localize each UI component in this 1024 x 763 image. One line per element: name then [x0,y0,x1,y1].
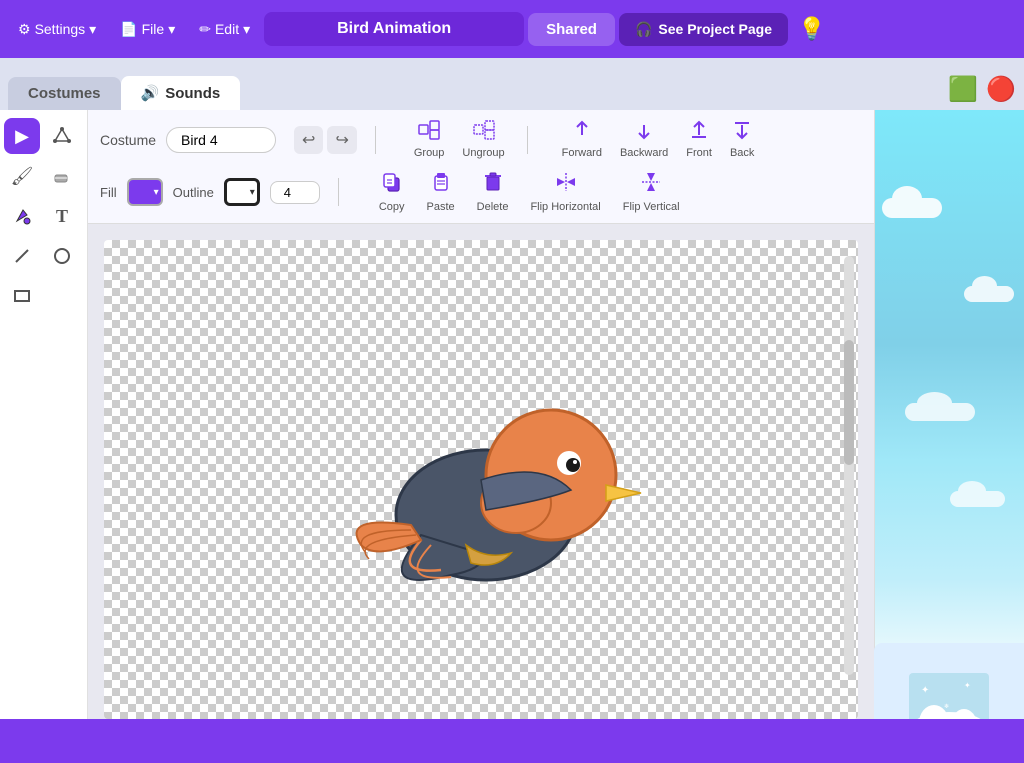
select-tool-button[interactable]: ▶ [4,118,40,154]
stage-preview [875,110,1024,696]
edit-button[interactable]: ✏ Edit ▾ [189,15,260,44]
settings-button[interactable]: ⚙ Settings ▾ [8,15,106,44]
back-button[interactable]: Back [722,118,762,161]
edit-chevron-icon: ▾ [243,21,250,38]
project-page-button[interactable]: 🎧 See Project Page [619,13,788,46]
arrange-order-group: Forward Backward Front [554,118,763,161]
costume-row-2: Fill ▾ Outline ▾ Copy [100,169,862,215]
forward-icon [571,120,593,145]
divider-1 [375,126,376,154]
group-button[interactable]: Group [406,118,453,161]
sounds-icon: 🔊 [141,84,160,102]
front-icon [688,120,710,145]
divider-3 [338,178,339,206]
copy-button[interactable]: Copy [369,169,415,215]
stage-controls: 🟩 🔴 [948,75,1016,110]
flip-horizontal-button[interactable]: Flip Horizontal [520,169,610,215]
brush-tool-button[interactable]: 🖌 [4,158,40,194]
fill-tool-button[interactable] [4,198,40,234]
costume-name-input[interactable] [166,127,276,153]
flip-vertical-button[interactable]: Flip Vertical [613,169,690,215]
svg-text:✦: ✦ [964,681,971,690]
outline-chevron-icon: ▾ [250,187,255,198]
bottom-bar [0,719,1024,763]
cloud-2 [964,286,1014,302]
fill-color-swatch[interactable]: ▾ [127,178,163,206]
left-toolbar: ▶ 🖌 T [0,110,88,763]
outline-color-swatch[interactable]: ▾ [224,178,260,206]
svg-text:✦: ✦ [921,685,929,696]
rect-tool-button[interactable] [4,278,40,314]
fill-chevron-icon: ▾ [154,187,159,198]
line-tool-button[interactable] [4,238,40,274]
backward-icon [633,120,655,145]
tab-sounds[interactable]: 🔊 Sounds [121,76,241,110]
flip-h-icon [555,171,577,199]
arrange-group: Group Ungroup [406,118,513,161]
settings-icon: ⚙ [18,21,31,38]
redo-button[interactable]: ↪ [327,126,356,154]
ungroup-icon [473,120,495,145]
theme-toggle-button[interactable]: 💡 [798,16,825,42]
eraser-tool-button[interactable] [44,158,80,194]
settings-chevron-icon: ▾ [89,21,96,38]
center-panel: Costume ↩ ↪ Group [88,110,874,763]
editor-area: ▶ 🖌 T [0,110,1024,763]
bird-svg [311,315,651,615]
project-title-input[interactable] [264,12,524,46]
bird-sprite [311,315,651,615]
text-tool-button[interactable]: T [44,198,80,234]
action-group: Copy Paste Delete [369,169,690,215]
paste-button[interactable]: Paste [417,169,465,215]
front-button[interactable]: Front [678,118,720,161]
costume-row-1: Costume ↩ ↪ Group [100,118,862,161]
canvas-area[interactable] [88,224,874,763]
group-icon [418,120,440,145]
copy-icon [381,171,403,199]
outline-label: Outline [173,185,214,200]
tab-costumes[interactable]: Costumes [8,77,121,110]
tool-row-select: ▶ [4,118,83,154]
cloud-3 [905,403,975,421]
fill-label: Fill [100,185,117,200]
backward-button[interactable]: Backward [612,118,676,161]
oval-tool-button[interactable] [44,238,80,274]
file-chevron-icon: ▾ [168,21,175,38]
canvas-inner [104,240,858,719]
tool-row-fill: T [4,198,83,234]
forward-button[interactable]: Forward [554,118,610,161]
shared-button[interactable]: Shared [528,13,615,46]
undo-redo-group: ↩ ↪ [294,126,357,154]
paste-icon [430,171,452,199]
canvas-vertical-scrollbar[interactable] [844,256,854,675]
file-button[interactable]: 📄 File ▾ [110,15,185,44]
outline-size-input[interactable] [270,181,320,204]
file-icon: 📄 [120,21,137,38]
green-flag-button[interactable]: 🟩 [948,75,978,104]
stop-button[interactable]: 🔴 [986,75,1016,104]
svg-text:❄: ❄ [944,703,949,710]
tabs-bar: Costumes 🔊 Sounds 🟩 🔴 [0,58,1024,110]
reshape-tool-button[interactable] [44,118,80,154]
flip-v-icon [640,171,662,199]
undo-button[interactable]: ↩ [294,126,323,154]
canvas-v-scrollbar-thumb [844,340,854,466]
divider-2 [527,126,528,154]
right-panel: Sprite Bird Show ✦ [874,110,1024,763]
top-nav: ⚙ Settings ▾ 📄 File ▾ ✏ Edit ▾ Shared 🎧 … [0,0,1024,58]
costume-label: Costume [100,132,156,148]
cloud-1 [882,198,942,218]
cloud-4 [950,491,1005,507]
tool-row-line [4,238,83,274]
edit-pencil-icon: ✏ [199,21,211,38]
delete-button[interactable]: Delete [467,169,519,215]
delete-icon [482,171,504,199]
back-icon [731,120,753,145]
headphones-icon: 🎧 [635,21,652,38]
tool-row-rect [4,278,83,314]
ungroup-button[interactable]: Ungroup [454,118,512,161]
costume-toolbar: Costume ↩ ↪ Group [88,110,874,224]
tool-row-brush: 🖌 [4,158,83,194]
